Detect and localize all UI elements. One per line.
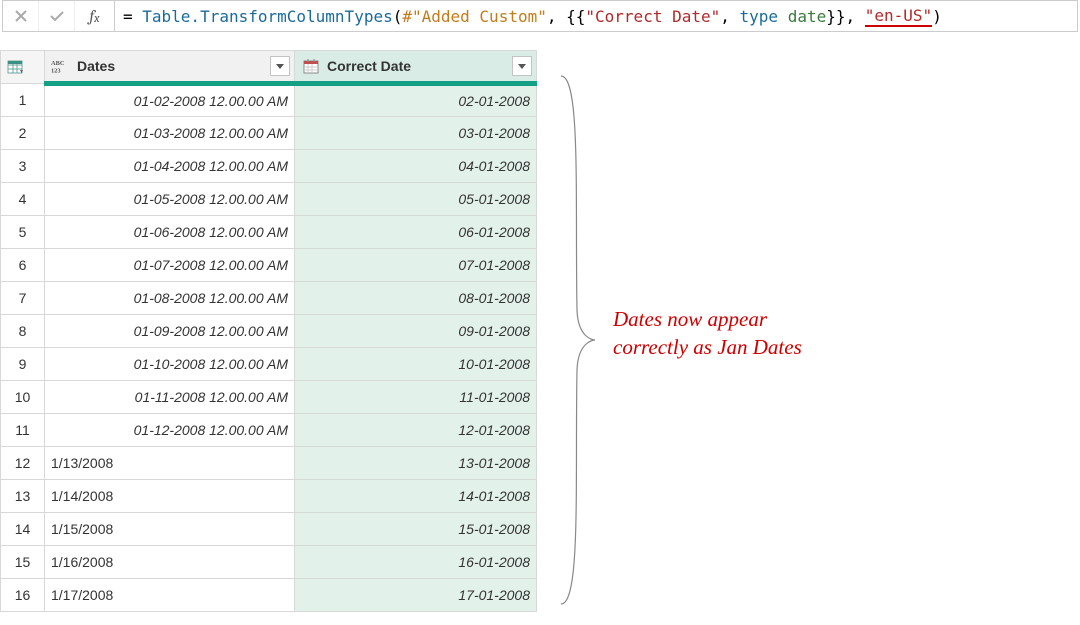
column-header-correct-label: Correct Date: [327, 58, 411, 74]
cancel-formula-button[interactable]: [3, 1, 39, 31]
formula-bar: fx = Table.TransformColumnTypes(#"Added …: [2, 0, 1078, 32]
column-filter-button[interactable]: [512, 56, 532, 76]
row-number[interactable]: 16: [1, 579, 45, 612]
cell-correct-date[interactable]: 14-01-2008: [295, 480, 537, 513]
formula-col: "Correct Date": [585, 7, 720, 26]
cell-dates[interactable]: 01-09-2008 12.00.00 AM: [45, 315, 295, 348]
cell-dates[interactable]: 01-06-2008 12.00.00 AM: [45, 216, 295, 249]
table-row[interactable]: 1101-12-2008 12.00.00 AM12-01-2008: [1, 414, 537, 447]
table-row[interactable]: 1001-11-2008 12.00.00 AM11-01-2008: [1, 381, 537, 414]
table-row[interactable]: 151/16/200816-01-2008: [1, 546, 537, 579]
date-type-icon: [301, 59, 321, 74]
cell-correct-date[interactable]: 10-01-2008: [295, 348, 537, 381]
column-header-dates-label: Dates: [77, 58, 115, 74]
table-row[interactable]: 701-08-2008 12.00.00 AM08-01-2008: [1, 282, 537, 315]
row-number[interactable]: 8: [1, 315, 45, 348]
cell-correct-date[interactable]: 07-01-2008: [295, 249, 537, 282]
column-filter-button[interactable]: [270, 56, 290, 76]
fx-label: fx: [75, 1, 115, 31]
formula-prefix: =: [123, 7, 142, 26]
cell-dates[interactable]: 01-02-2008 12.00.00 AM: [45, 84, 295, 117]
cell-dates[interactable]: 1/16/2008: [45, 546, 295, 579]
column-header-correct-date[interactable]: Correct Date: [295, 51, 537, 84]
cell-correct-date[interactable]: 08-01-2008: [295, 282, 537, 315]
cell-correct-date[interactable]: 09-01-2008: [295, 315, 537, 348]
cell-correct-date[interactable]: 17-01-2008: [295, 579, 537, 612]
table-row[interactable]: 121/13/200813-01-2008: [1, 447, 537, 480]
cell-correct-date[interactable]: 13-01-2008: [295, 447, 537, 480]
row-number[interactable]: 2: [1, 117, 45, 150]
cell-dates[interactable]: 01-12-2008 12.00.00 AM: [45, 414, 295, 447]
annotation-text: Dates now appear correctly as Jan Dates: [613, 305, 802, 362]
data-grid[interactable]: ABC 123 Dates: [0, 50, 537, 612]
cell-dates[interactable]: 1/15/2008: [45, 513, 295, 546]
cell-dates[interactable]: 01-05-2008 12.00.00 AM: [45, 183, 295, 216]
formula-step-ref: #"Added Custom": [402, 7, 547, 26]
row-number[interactable]: 3: [1, 150, 45, 183]
formula-locale: "en-US": [865, 6, 932, 27]
row-number[interactable]: 10: [1, 381, 45, 414]
svg-text:ABC: ABC: [51, 60, 65, 67]
annotation-area: Dates now appear correctly as Jan Dates: [537, 50, 1080, 612]
grid-corner[interactable]: [1, 51, 45, 84]
table-row[interactable]: 901-10-2008 12.00.00 AM10-01-2008: [1, 348, 537, 381]
brace-icon: [553, 70, 603, 610]
cell-dates[interactable]: 01-11-2008 12.00.00 AM: [45, 381, 295, 414]
row-number[interactable]: 15: [1, 546, 45, 579]
table-row[interactable]: 601-07-2008 12.00.00 AM07-01-2008: [1, 249, 537, 282]
cell-correct-date[interactable]: 11-01-2008: [295, 381, 537, 414]
row-number[interactable]: 7: [1, 282, 45, 315]
cell-dates[interactable]: 01-08-2008 12.00.00 AM: [45, 282, 295, 315]
cell-correct-date[interactable]: 05-01-2008: [295, 183, 537, 216]
chevron-down-icon: [276, 64, 284, 69]
row-number[interactable]: 13: [1, 480, 45, 513]
row-number[interactable]: 9: [1, 348, 45, 381]
cell-correct-date[interactable]: 02-01-2008: [295, 84, 537, 117]
cell-correct-date[interactable]: 15-01-2008: [295, 513, 537, 546]
cell-dates[interactable]: 01-03-2008 12.00.00 AM: [45, 117, 295, 150]
row-number[interactable]: 6: [1, 249, 45, 282]
column-header-dates[interactable]: ABC 123 Dates: [45, 51, 295, 84]
row-number[interactable]: 5: [1, 216, 45, 249]
table-row[interactable]: 501-06-2008 12.00.00 AM06-01-2008: [1, 216, 537, 249]
table-row[interactable]: 101-02-2008 12.00.00 AM02-01-2008: [1, 84, 537, 117]
formula-fn: Table.TransformColumnTypes: [142, 7, 392, 26]
cell-correct-date[interactable]: 06-01-2008: [295, 216, 537, 249]
cell-correct-date[interactable]: 03-01-2008: [295, 117, 537, 150]
formula-input[interactable]: = Table.TransformColumnTypes(#"Added Cus…: [115, 1, 1077, 31]
cell-correct-date[interactable]: 12-01-2008: [295, 414, 537, 447]
cell-dates[interactable]: 1/17/2008: [45, 579, 295, 612]
cell-dates[interactable]: 01-10-2008 12.00.00 AM: [45, 348, 295, 381]
cell-dates[interactable]: 01-04-2008 12.00.00 AM: [45, 150, 295, 183]
cell-dates[interactable]: 1/13/2008: [45, 447, 295, 480]
table-row[interactable]: 161/17/200817-01-2008: [1, 579, 537, 612]
close-icon: [14, 9, 28, 23]
row-number[interactable]: 11: [1, 414, 45, 447]
table-row[interactable]: 201-03-2008 12.00.00 AM03-01-2008: [1, 117, 537, 150]
table-icon: [7, 60, 38, 74]
check-icon: [49, 9, 65, 23]
any-type-icon: ABC 123: [51, 57, 71, 75]
row-number[interactable]: 1: [1, 84, 45, 117]
cell-dates[interactable]: 01-07-2008 12.00.00 AM: [45, 249, 295, 282]
table-row[interactable]: 801-09-2008 12.00.00 AM09-01-2008: [1, 315, 537, 348]
chevron-down-icon: [518, 64, 526, 69]
table-row[interactable]: 131/14/200814-01-2008: [1, 480, 537, 513]
table-row[interactable]: 141/15/200815-01-2008: [1, 513, 537, 546]
table-row[interactable]: 401-05-2008 12.00.00 AM05-01-2008: [1, 183, 537, 216]
commit-formula-button[interactable]: [39, 1, 75, 31]
cell-dates[interactable]: 1/14/2008: [45, 480, 295, 513]
row-number[interactable]: 14: [1, 513, 45, 546]
row-number[interactable]: 12: [1, 447, 45, 480]
cell-correct-date[interactable]: 04-01-2008: [295, 150, 537, 183]
table-row[interactable]: 301-04-2008 12.00.00 AM04-01-2008: [1, 150, 537, 183]
row-number[interactable]: 4: [1, 183, 45, 216]
svg-text:123: 123: [51, 67, 61, 74]
cell-correct-date[interactable]: 16-01-2008: [295, 546, 537, 579]
